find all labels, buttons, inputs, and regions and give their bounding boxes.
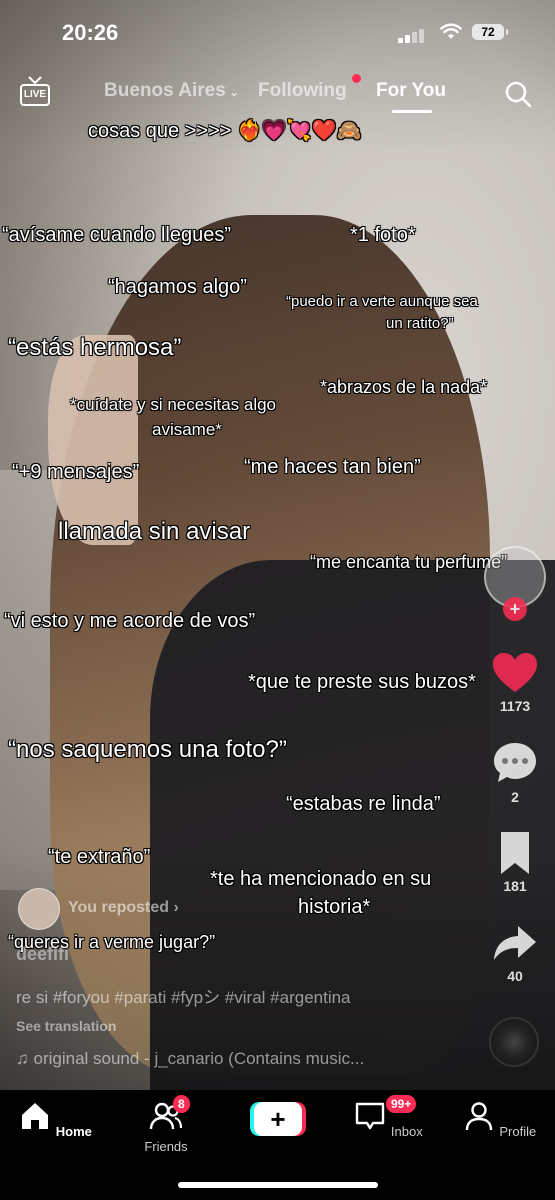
reposted-text: You reposted xyxy=(68,899,170,916)
search-icon[interactable] xyxy=(504,80,532,108)
inbox-badge: 99+ xyxy=(386,1095,417,1113)
home-icon xyxy=(22,1103,49,1129)
sound-link[interactable]: ♫ original sound - j_canario (Contains m… xyxy=(16,1049,364,1069)
sound-text: original sound - j_canario (Contains mus… xyxy=(33,1049,365,1068)
nav-home[interactable]: Home xyxy=(15,1100,95,1139)
nav-friends[interactable]: Friends 8 xyxy=(126,1095,206,1154)
caption-text: llamada sin avisar xyxy=(58,518,251,545)
see-translation-link[interactable]: See translation xyxy=(16,1018,116,1034)
like-count: 1173 xyxy=(499,698,531,714)
reposted-label[interactable]: You reposted › xyxy=(68,899,179,917)
caption-text: *1 foto* xyxy=(350,224,416,246)
bookmark-icon[interactable] xyxy=(490,828,540,878)
nav-profile-label: Profile xyxy=(499,1124,537,1139)
caption-text: “+9 mensajes” xyxy=(12,461,140,483)
caption-text: avisame* xyxy=(152,420,222,439)
home-indicator[interactable] xyxy=(178,1182,378,1188)
live-button[interactable]: LIVE xyxy=(20,76,52,106)
comment-count: 2 xyxy=(511,789,519,805)
status-time: 20:26 xyxy=(62,20,119,45)
active-tab-indicator xyxy=(392,110,432,113)
save-count: 181 xyxy=(503,878,527,894)
caption-text: “hagamos algo” xyxy=(108,276,247,298)
caption-text: “te extraño” xyxy=(48,846,151,868)
signal-icon xyxy=(398,27,424,43)
chevron-down-icon: ⌄ xyxy=(225,85,240,99)
caption-title: cosas que >>>> ❤️‍🔥💗💘❤️🙈 xyxy=(88,120,362,142)
caption-text: *te ha mencionado en su xyxy=(210,868,432,890)
tab-buenos-aires-label: Buenos Aires xyxy=(104,80,226,101)
caption-text: *abrazos de la nada* xyxy=(320,377,488,397)
follow-plus-button[interactable]: + xyxy=(503,597,527,621)
username[interactable]: deeflfi xyxy=(16,944,69,965)
nav-profile[interactable]: Profile xyxy=(459,1100,539,1139)
nav-inbox[interactable]: Inbox 99+ xyxy=(348,1095,428,1139)
music-disc-icon[interactable] xyxy=(489,1017,539,1067)
caption-text: “avísame cuando llegues” xyxy=(2,224,232,246)
chevron-right-icon: › xyxy=(169,899,179,916)
caption-text: un ratito?” xyxy=(386,315,454,332)
tab-buenos-aires[interactable]: Buenos Aires ⌄ xyxy=(104,80,239,102)
caption-text: “vi esto y me acorde de vos” xyxy=(4,610,256,632)
caption-text: “me encanta tu perfume” xyxy=(310,552,508,572)
battery-icon: 72 xyxy=(472,24,508,40)
live-label: LIVE xyxy=(20,84,50,106)
following-notification-dot xyxy=(352,74,361,83)
caption-text: “me haces tan bien” xyxy=(244,456,421,478)
wifi-icon xyxy=(440,23,462,39)
music-note-icon: ♫ xyxy=(16,1049,34,1068)
caption-text: “estabas re linda” xyxy=(286,793,441,815)
caption-text: “estás hermosa” xyxy=(8,334,182,361)
inbox-icon xyxy=(356,1102,385,1130)
share-count: 40 xyxy=(507,968,523,984)
plus-icon: + xyxy=(254,1102,302,1136)
caption-text: historia* xyxy=(298,896,371,918)
tab-following[interactable]: Following xyxy=(258,80,347,102)
caption-text: “nos saquemos una foto?” xyxy=(8,736,287,763)
share-icon[interactable] xyxy=(490,918,540,968)
nav-home-label: Home xyxy=(55,1124,92,1139)
video-description[interactable]: re si #foryou #parati #fypシ #viral #arge… xyxy=(16,983,351,1008)
nav-inbox-label: Inbox xyxy=(390,1124,423,1139)
reposter-avatar[interactable] xyxy=(18,888,60,930)
nav-friends-label: Friends xyxy=(144,1139,188,1154)
status-bar: 20:26 72 xyxy=(0,18,555,50)
create-button[interactable]: + xyxy=(250,1102,306,1136)
comment-icon[interactable] xyxy=(490,738,540,788)
tab-for-you[interactable]: For You xyxy=(376,80,446,102)
caption-text: “puedo ir a verte aunque sea xyxy=(286,293,478,310)
top-nav: LIVE Buenos Aires ⌄ Following For You xyxy=(0,74,555,114)
heart-icon[interactable] xyxy=(490,648,540,698)
friends-badge: 8 xyxy=(173,1095,190,1113)
caption-text: *que te preste sus buzos* xyxy=(248,671,476,693)
profile-icon xyxy=(465,1102,492,1131)
caption-text: *cuídate y si necesitas algo xyxy=(70,395,277,414)
